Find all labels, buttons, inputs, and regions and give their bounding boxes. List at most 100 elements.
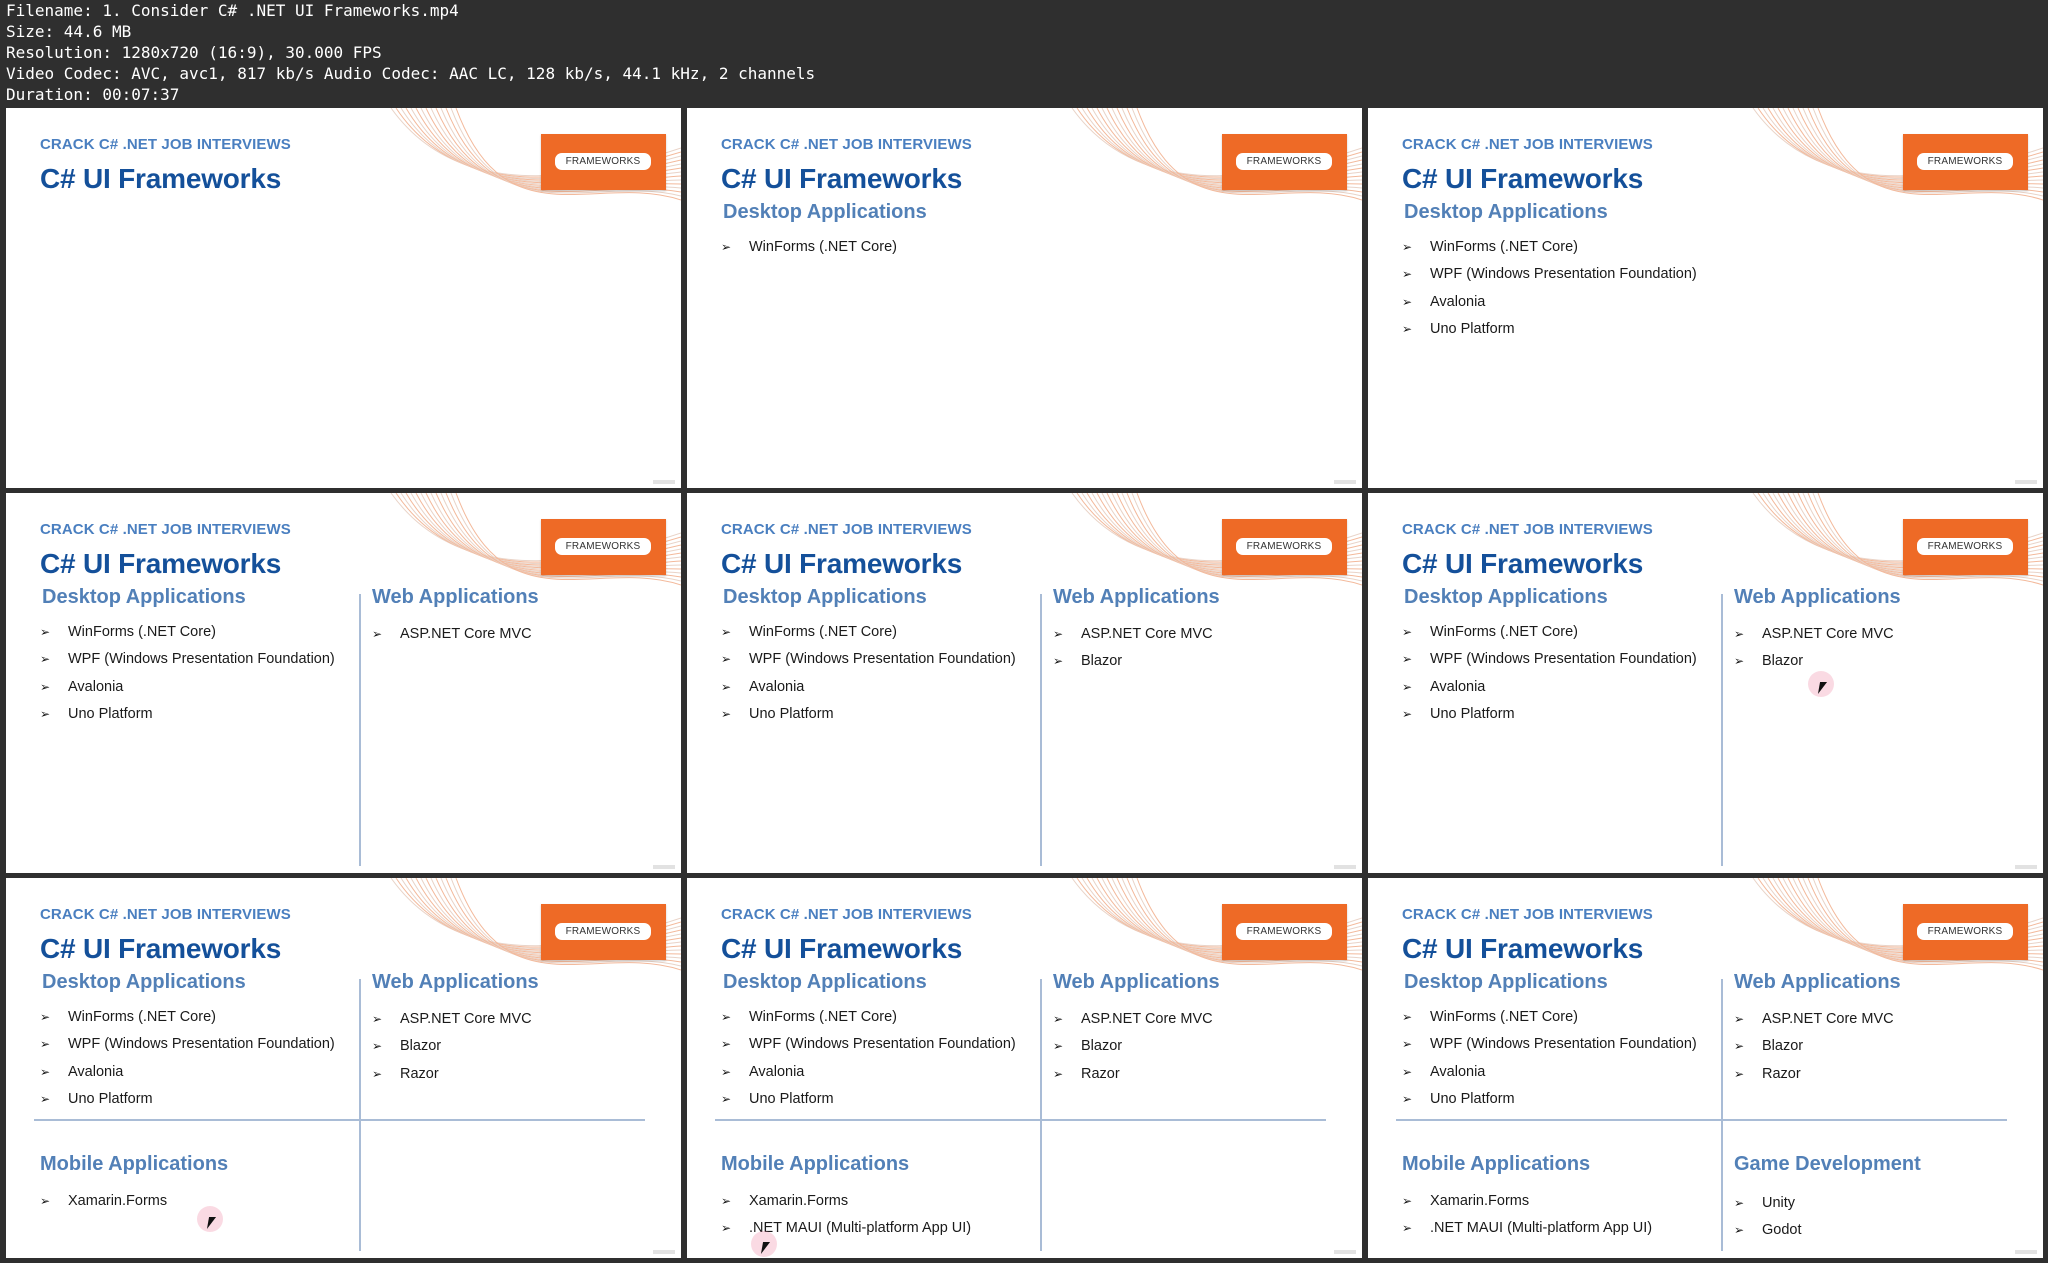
desktop-item: ➢ WinForms (.NET Core) [1402,239,1578,255]
slide-title: C# UI Frameworks [721,548,963,579]
bullet-arrow-icon: ➢ [1734,1196,1745,1210]
list-item-text: WinForms (.NET Core) [1430,239,1578,255]
frameworks-badge-label: FRAMEWORKS [555,923,651,940]
slide-thumbnail[interactable]: FRAMEWORKS CRACK C# .NET JOB INTERVIEWS C#… [687,878,1362,1258]
list-item-text: ASP.NET Core MVC [1081,626,1213,642]
bullet-arrow-icon: ➢ [40,652,51,667]
slide-thumbnail[interactable]: FRAMEWORKS CRACK C# .NET JOB INTERVIEWS C#… [687,108,1362,488]
web-item: ➢ ASP.NET Core MVC [372,626,532,642]
bullet-arrow-icon: ➢ [1734,1039,1745,1054]
frameworks-badge: FRAMEWORKS [1222,134,1347,190]
filename-text: Filename: 1. Consider C# .NET UI Framewo… [6,1,459,20]
bullet-arrow-icon: ➢ [372,627,383,641]
section-title-desktop: Desktop Applications [42,971,246,993]
slide-kicker: CRACK C# .NET JOB INTERVIEWS [1402,136,1653,153]
web-item: ➢ ASP.NET Core MVC [372,1011,532,1027]
slide-kicker: CRACK C# .NET JOB INTERVIEWS [40,521,291,538]
list-item-text: WPF (Windows Presentation Foundation) [68,1036,335,1053]
list-item-text: Uno Platform [1430,705,1515,722]
web-item: ➢ Blazor [372,1038,441,1054]
slide-title: C# UI Frameworks [1402,163,1644,194]
slide-kicker: CRACK C# .NET JOB INTERVIEWS [40,136,291,153]
slide-thumbnail[interactable]: FRAMEWORKS CRACK C# .NET JOB INTERVIEWS C#… [6,108,681,488]
list-item-text: WinForms (.NET Core) [68,1009,216,1025]
desktop-item: ➢ WPF (Windows Presentation Foundation) [721,651,1016,667]
list-item-text: ASP.NET Core MVC [1762,1011,1894,1027]
bullet-arrow-icon: ➢ [1402,1091,1413,1106]
web-item: ➢ ASP.NET Core MVC [1053,1011,1213,1027]
watermark-mark [2015,1250,2037,1254]
web-item: ➢ Razor [372,1066,439,1082]
list-item-text: .NET MAUI (Multi-platform App UI) [749,1220,972,1237]
slide-thumbnail[interactable]: FRAMEWORKS CRACK C# .NET JOB INTERVIEWS C#… [6,493,681,873]
list-item-text: Avalonia [68,678,124,695]
slide-thumbnail[interactable]: FRAMEWORKS CRACK C# .NET JOB INTERVIEWS C#… [6,878,681,1258]
frameworks-badge-label: FRAMEWORKS [1236,153,1332,170]
game-item: ➢ Unity [1734,1195,1795,1211]
bullet-arrow-icon: ➢ [1402,294,1413,309]
desktop-item: ➢ Uno Platform [721,1091,834,1107]
list-item-text: Blazor [1081,653,1123,670]
list-item-text: Uno Platform [1430,1090,1515,1107]
bullet-arrow-icon: ➢ [40,1064,51,1079]
slide-kicker: CRACK C# .NET JOB INTERVIEWS [40,906,291,923]
row-divider [715,1119,1326,1121]
desktop-item: ➢ WinForms (.NET Core) [721,624,897,640]
list-item-text: Avalonia [749,1063,805,1080]
slide-thumbnail[interactable]: FRAMEWORKS CRACK C# .NET JOB INTERVIEWS C#… [1368,108,2043,488]
list-item-text: Godot [1762,1222,1802,1239]
bullet-arrow-icon: ➢ [721,1010,732,1024]
bullet-arrow-icon: ➢ [40,1091,51,1106]
bullet-arrow-icon: ➢ [1402,652,1413,667]
watermark-mark [1334,1250,1356,1254]
section-title-web: Web Applications [372,586,539,608]
list-item-text: WinForms (.NET Core) [749,624,897,640]
slide-thumbnail[interactable]: FRAMEWORKS CRACK C# .NET JOB INTERVIEWS C#… [687,493,1362,873]
list-item-text: ASP.NET Core MVC [400,626,532,642]
list-item-text: WPF (Windows Presentation Foundation) [68,651,335,668]
slide-title: C# UI Frameworks [1402,933,1644,964]
list-item-text: Razor [1081,1065,1120,1082]
desktop-item: ➢ WPF (Windows Presentation Foundation) [1402,651,1697,667]
column-divider [359,594,361,866]
section-title-desktop: Desktop Applications [1404,586,1608,608]
web-item: ➢ ASP.NET Core MVC [1734,626,1894,642]
desktop-item: ➢ Uno Platform [40,1091,153,1107]
watermark-mark [1334,480,1356,484]
bullet-arrow-icon: ➢ [721,1091,732,1106]
desktop-item: ➢ WinForms (.NET Core) [1402,624,1578,640]
bullet-arrow-icon: ➢ [1053,1066,1064,1081]
frameworks-badge: FRAMEWORKS [1903,904,2028,960]
slide-thumbnail[interactable]: FRAMEWORKS CRACK C# .NET JOB INTERVIEWS C#… [1368,493,2043,873]
row-divider [34,1119,645,1121]
mouse-cursor-icon [751,1231,777,1257]
bullet-arrow-icon: ➢ [721,240,732,254]
list-item-text: WinForms (.NET Core) [1430,1009,1578,1025]
desktop-item: ➢ Avalonia [40,1064,123,1080]
desktop-item: ➢ WPF (Windows Presentation Foundation) [721,1036,1016,1052]
slide-kicker: CRACK C# .NET JOB INTERVIEWS [1402,521,1653,538]
section-title-desktop: Desktop Applications [1404,201,1608,223]
desktop-item: ➢ Avalonia [721,1064,804,1080]
desktop-item: ➢ Avalonia [1402,294,1485,310]
list-item-text: WinForms (.NET Core) [749,1009,897,1025]
size-text: Size: 44.6 MB [6,22,132,41]
list-item-text: Uno Platform [68,705,153,722]
desktop-item: ➢ WinForms (.NET Core) [721,239,897,255]
section-title-desktop: Desktop Applications [42,586,246,608]
list-item-text: Uno Platform [749,705,834,722]
slide-title: C# UI Frameworks [40,163,282,194]
slide-thumbnail[interactable]: FRAMEWORKS CRACK C# .NET JOB INTERVIEWS C#… [1368,878,2043,1258]
desktop-item: ➢ WinForms (.NET Core) [40,1009,216,1025]
desktop-item: ➢ WinForms (.NET Core) [1402,1009,1578,1025]
section-title-web: Web Applications [1734,971,1901,993]
bullet-arrow-icon: ➢ [1734,1066,1745,1081]
web-item: ➢ Blazor [1053,653,1122,669]
bullet-arrow-icon: ➢ [40,679,51,694]
list-item-text: Xamarin.Forms [749,1193,849,1209]
slide-title: C# UI Frameworks [721,163,963,194]
bullet-arrow-icon: ➢ [1053,627,1064,641]
web-item: ➢ Razor [1734,1066,1801,1082]
list-item-text: Uno Platform [1430,320,1515,337]
bullet-arrow-icon: ➢ [1402,706,1413,721]
